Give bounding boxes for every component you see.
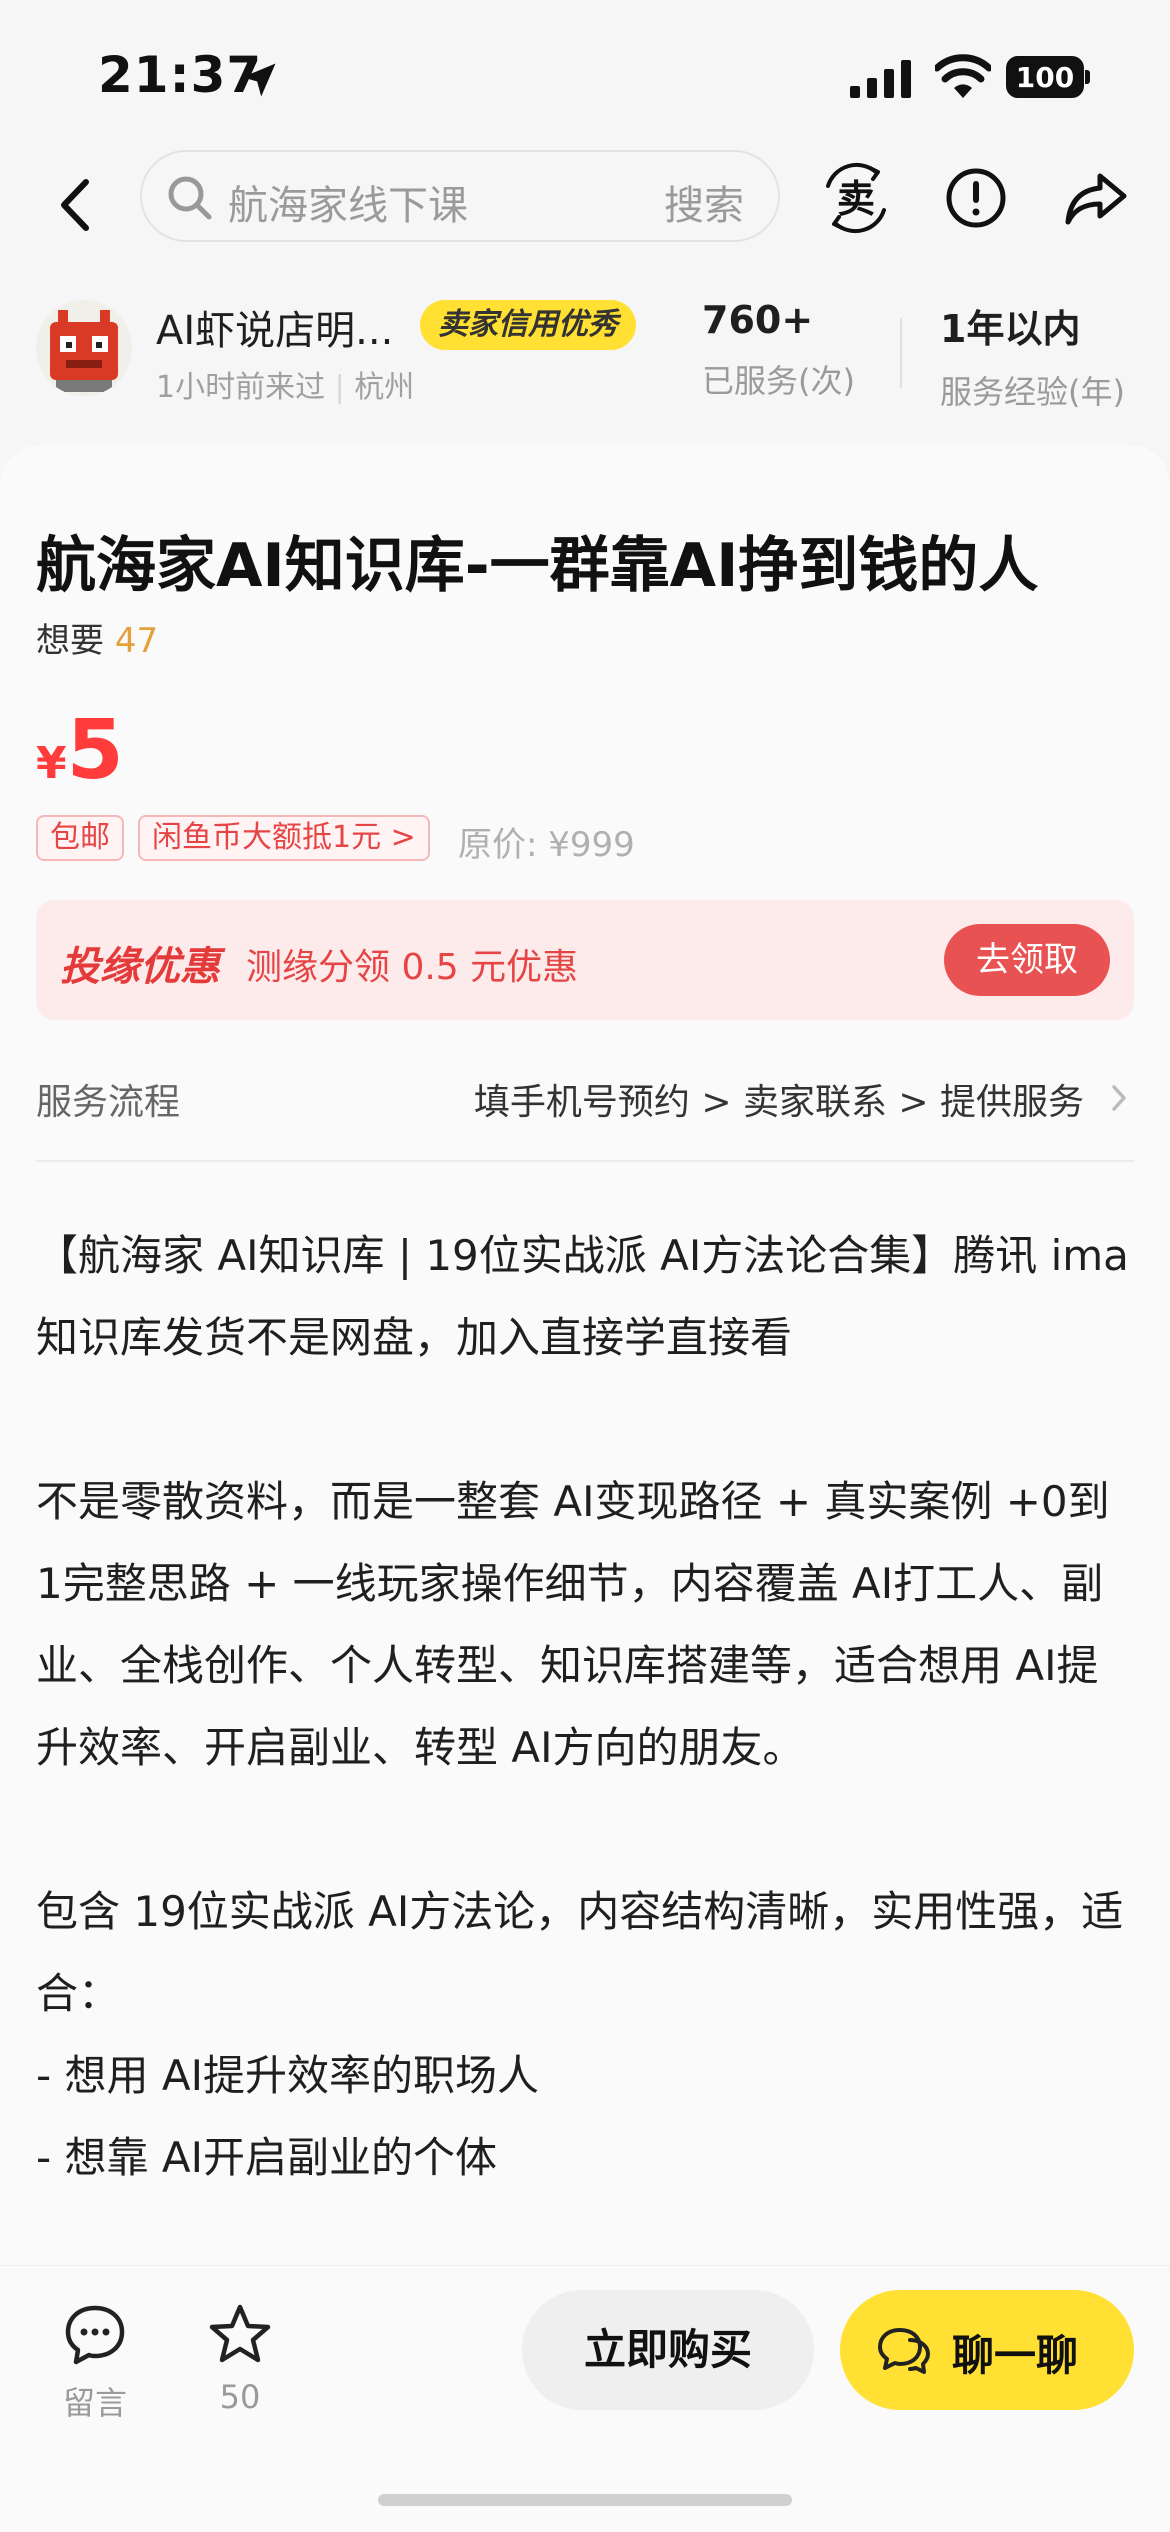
service-process-label: 服务流程 xyxy=(36,1082,181,1123)
promo-text: 测缘分领 0.5 元优惠 xyxy=(246,947,579,988)
stat-served-label: 已服务(次) xyxy=(702,362,855,400)
seller-info[interactable]: AI虾说店明... 卖家信用优秀 1小时前来过 | 杭州 760+ 已服务(次)… xyxy=(0,290,1170,420)
claim-coupon-button[interactable]: 去领取 xyxy=(944,924,1110,996)
product-title: 航海家AI知识库-一群靠AI挣到钱的人 xyxy=(36,531,1039,601)
back-icon[interactable] xyxy=(50,170,100,240)
promo-brand: 投缘优惠 xyxy=(60,944,220,990)
comment-button[interactable]: 留言 xyxy=(40,2302,150,2424)
want-label: 想要 xyxy=(36,621,104,661)
location-arrow-icon xyxy=(242,63,276,97)
search-icon xyxy=(168,176,212,220)
price-value: 5 xyxy=(66,703,124,798)
desc-paragraph: 包含 19位实战派 AI方法论，内容结构清晰，实用性强，适合： xyxy=(36,1887,1124,2018)
seller-avatar[interactable] xyxy=(36,300,132,396)
stat-served: 760+ 已服务(次) xyxy=(702,298,855,402)
desc-paragraph: 不是零散资料，而是一整套 AI变现路径 + 真实案例 +0到1完整思路 + 一线… xyxy=(36,1477,1110,1772)
original-price: 原价: ¥999 xyxy=(458,825,635,865)
search-placeholder: 航海家线下课 xyxy=(228,183,468,229)
battery-level: 100 xyxy=(1006,56,1084,98)
price-symbol: ¥ xyxy=(36,738,67,789)
want-number: 47 xyxy=(114,621,159,661)
nav-bar: 航海家线下课 搜索 卖 xyxy=(0,150,1170,270)
cellular-signal-icon xyxy=(850,60,911,98)
svg-text:卖: 卖 xyxy=(837,177,875,221)
seller-activity: 1小时前来过 | 杭州 xyxy=(156,370,415,405)
share-icon[interactable] xyxy=(1060,162,1132,234)
xianyu-coin-tag[interactable]: 闲鱼币大额抵1元 > xyxy=(138,815,430,861)
comment-icon xyxy=(65,2305,125,2365)
want-count: 想要 47 xyxy=(36,613,158,662)
desc-paragraph: 【航海家 AI知识库 | 19位实战派 AI方法论合集】腾讯 ima知识库发货不… xyxy=(36,1231,1129,1362)
chat-label: 聊一聊 xyxy=(952,2331,1079,2380)
stat-divider xyxy=(900,318,902,388)
bottom-action-bar: 留言 50 立即购买 聊一聊 xyxy=(0,2265,1170,2532)
product-price: ¥5 xyxy=(36,703,124,798)
desc-bullet: - 想靠 AI开启副业的个体 xyxy=(36,2133,497,2182)
favorite-count: 50 xyxy=(219,2378,261,2416)
sell-similar-icon[interactable]: 卖 xyxy=(820,162,892,234)
product-description: 【航海家 AI知识库 | 19位实战派 AI方法论合集】腾讯 ima知识库发货不… xyxy=(36,1215,1136,2199)
seller-name[interactable]: AI虾说店明... xyxy=(156,298,393,356)
free-shipping-tag: 包邮 xyxy=(36,815,124,861)
desc-bullet: - 想用 AI提升效率的职场人 xyxy=(36,2051,539,2100)
last-seen: 1小时前来过 xyxy=(156,370,326,405)
favorite-button[interactable]: 50 xyxy=(185,2302,295,2416)
seller-city: 杭州 xyxy=(354,370,415,405)
stat-experience-label: 服务经验(年) xyxy=(940,373,1125,411)
wifi-icon xyxy=(935,54,991,98)
battery-icon: 100 xyxy=(1006,56,1090,98)
stat-served-value: 760+ xyxy=(702,298,814,342)
product-card: 航海家AI知识库-一群靠AI挣到钱的人 想要 47 ¥5 包邮 闲鱼币大额抵1元… xyxy=(0,445,1170,2265)
comment-label: 留言 xyxy=(62,2384,127,2422)
credit-badge[interactable]: 卖家信用优秀 xyxy=(420,300,636,350)
chevron-right-icon xyxy=(1112,1085,1126,1111)
service-process-row[interactable]: 服务流程 填手机号预约 > 卖家联系 > 提供服务 xyxy=(36,1063,1134,1133)
home-indicator[interactable] xyxy=(378,2494,792,2506)
search-button[interactable]: 搜索 xyxy=(664,173,744,231)
stat-experience-value: 1年以内 xyxy=(940,307,1081,351)
stat-experience: 1年以内 服务经验(年) xyxy=(940,298,1125,413)
report-icon[interactable] xyxy=(940,162,1012,234)
chat-icon xyxy=(878,2328,930,2374)
service-process-steps: 填手机号预约 > 卖家联系 > 提供服务 xyxy=(473,1082,1084,1123)
divider xyxy=(36,1160,1134,1162)
status-bar: 21:37 100 xyxy=(0,0,1170,150)
chat-button[interactable]: 聊一聊 xyxy=(840,2290,1134,2410)
robot-avatar-icon xyxy=(36,300,132,396)
buy-now-button[interactable]: 立即购买 xyxy=(522,2290,814,2410)
star-icon xyxy=(209,2304,271,2363)
promo-banner[interactable]: 投缘优惠 测缘分领 0.5 元优惠 去领取 xyxy=(36,900,1134,1020)
search-input[interactable]: 航海家线下课 搜索 xyxy=(140,150,780,242)
